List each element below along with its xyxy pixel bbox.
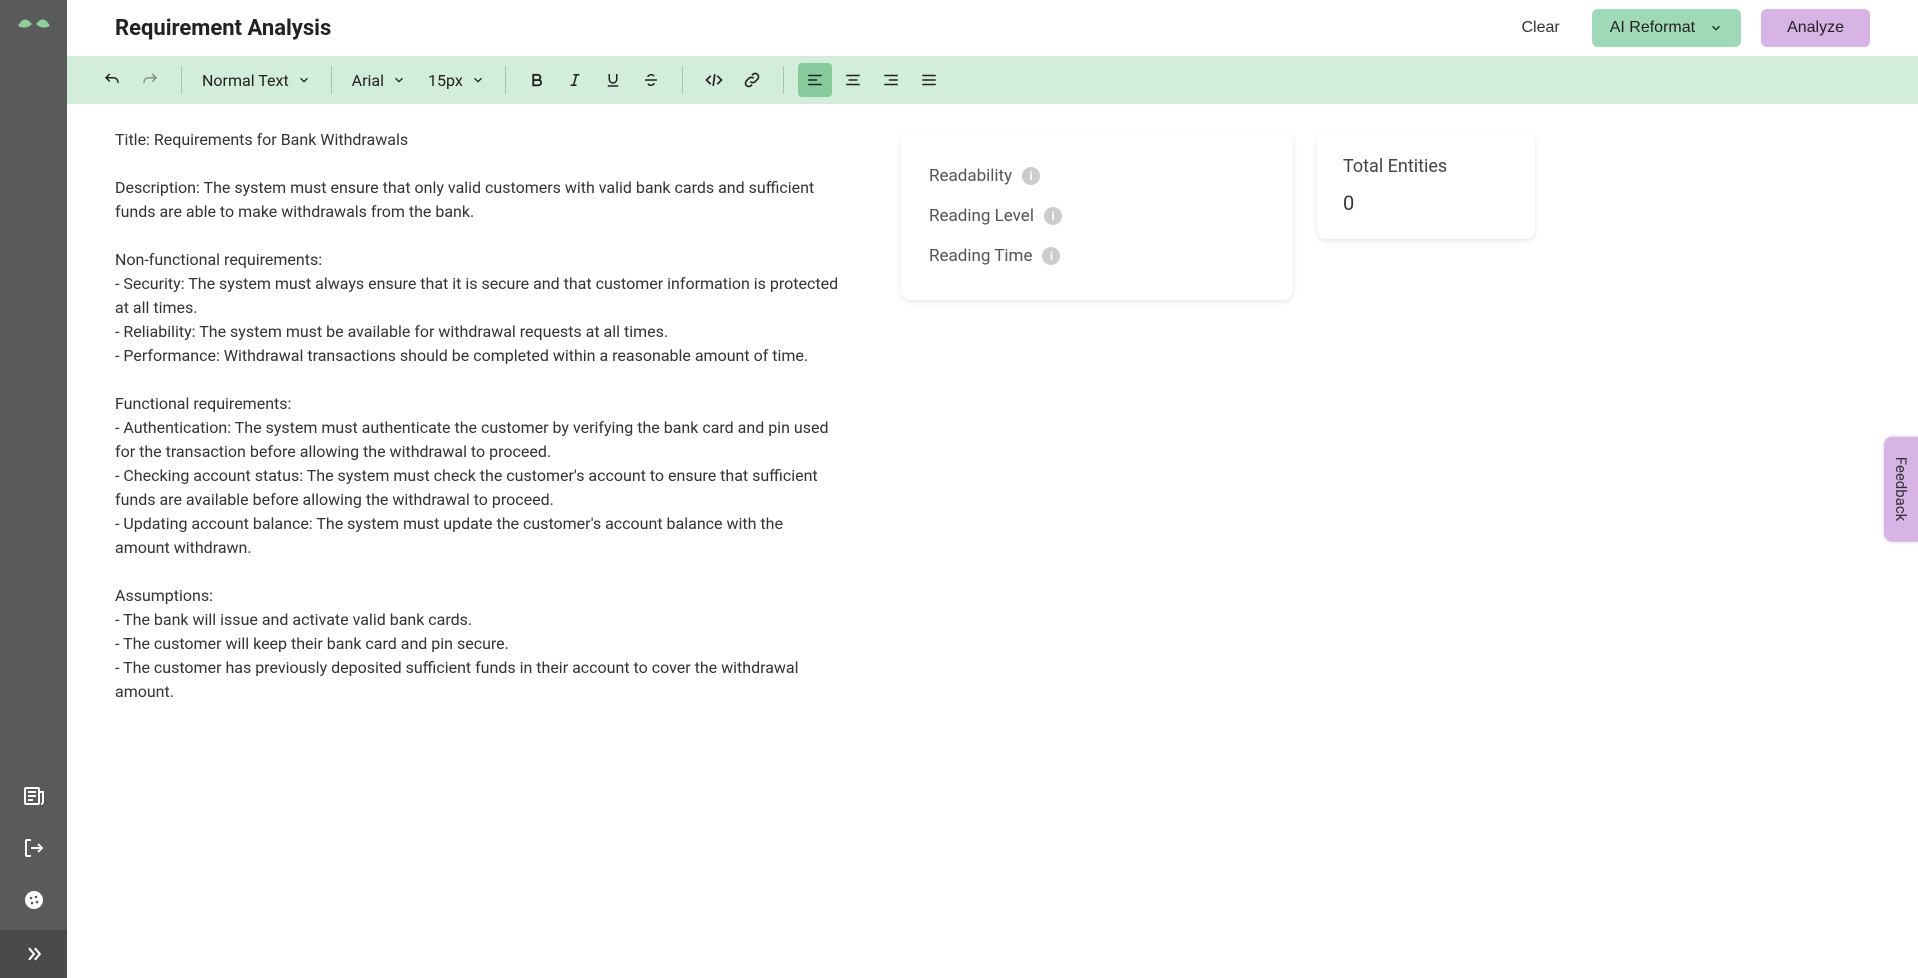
code-button[interactable] — [697, 63, 731, 97]
editor-toolbar: Normal Text Arial 15px — [67, 56, 1918, 104]
align-right-button[interactable] — [874, 63, 908, 97]
link-button[interactable] — [735, 63, 769, 97]
metric-label: Reading Time — [929, 246, 1032, 266]
align-justify-button[interactable] — [912, 63, 946, 97]
page-title: Requirement Analysis — [115, 16, 331, 41]
entities-title: Total Entities — [1343, 156, 1509, 177]
bold-button[interactable] — [520, 63, 554, 97]
editor-line[interactable]: Description: The system must ensure that… — [115, 176, 841, 224]
entities-column: Total Entities 0 — [1317, 104, 1559, 978]
metrics-column: Readability i Reading Level i Reading Ti… — [877, 104, 1317, 978]
align-center-button[interactable] — [836, 63, 870, 97]
ai-reformat-label: AI Reformat — [1610, 19, 1695, 37]
logo-icon — [14, 12, 54, 36]
feedback-tab[interactable]: Feedback — [1884, 437, 1918, 542]
editor-line[interactable]: - Authentication: The system must authen… — [115, 416, 841, 464]
ai-reformat-button[interactable]: AI Reformat — [1592, 9, 1741, 47]
entities-card: Total Entities 0 — [1317, 132, 1535, 239]
editor-line[interactable]: - Updating account balance: The system m… — [115, 512, 841, 560]
metric-label: Reading Level — [929, 206, 1034, 226]
editor-line[interactable]: - Performance: Withdrawal transactions s… — [115, 344, 841, 368]
fontsize-select[interactable]: 15px — [422, 71, 491, 90]
info-icon[interactable]: i — [1022, 167, 1040, 185]
undo-button[interactable] — [95, 63, 129, 97]
sidebar-bottom-icons — [20, 782, 48, 930]
news-icon[interactable] — [20, 782, 48, 810]
metric-reading-time: Reading Time i — [929, 236, 1265, 276]
text-style-label: Normal Text — [202, 71, 289, 90]
fontsize-label: 15px — [428, 71, 463, 90]
editor-line[interactable]: - Security: The system must always ensur… — [115, 272, 841, 320]
info-icon[interactable]: i — [1042, 247, 1060, 265]
sidebar — [0, 0, 67, 978]
analyze-button[interactable]: Analyze — [1761, 9, 1870, 47]
editor-line[interactable]: - The customer will keep their bank card… — [115, 632, 841, 656]
info-icon[interactable]: i — [1044, 207, 1062, 225]
editor-line[interactable]: - The bank will issue and activate valid… — [115, 608, 841, 632]
toolbar-separator — [181, 66, 182, 94]
strikethrough-button[interactable] — [634, 63, 668, 97]
editor-line[interactable]: Assumptions: — [115, 584, 841, 608]
editor-line[interactable]: - Reliability: The system must be availa… — [115, 320, 841, 344]
header: Requirement Analysis Clear AI Reformat A… — [67, 0, 1918, 56]
header-actions: Clear AI Reformat Analyze — [1509, 9, 1870, 47]
main-area: Requirement Analysis Clear AI Reformat A… — [67, 0, 1918, 978]
editor-line[interactable]: Functional requirements: — [115, 392, 841, 416]
logout-icon[interactable] — [20, 834, 48, 862]
align-left-button[interactable] — [798, 63, 832, 97]
editor-column[interactable]: Title: Requirements for Bank Withdrawals… — [67, 104, 877, 978]
editor-line[interactable]: Non-functional requirements: — [115, 248, 841, 272]
text-style-select[interactable]: Normal Text — [196, 71, 317, 90]
app-root: Requirement Analysis Clear AI Reformat A… — [0, 0, 1918, 978]
editor-line[interactable]: - The customer has previously deposited … — [115, 656, 841, 704]
redo-button[interactable] — [133, 63, 167, 97]
metrics-card: Readability i Reading Level i Reading Ti… — [901, 132, 1293, 300]
toolbar-separator — [682, 66, 683, 94]
metric-reading-level: Reading Level i — [929, 196, 1265, 236]
italic-button[interactable] — [558, 63, 592, 97]
toolbar-separator — [505, 66, 506, 94]
clear-button[interactable]: Clear — [1509, 11, 1571, 45]
metric-readability: Readability i — [929, 156, 1265, 196]
editor-line[interactable]: - Checking account status: The system mu… — [115, 464, 841, 512]
toolbar-separator — [331, 66, 332, 94]
chevron-down-icon — [392, 73, 406, 87]
chevron-down-icon — [471, 73, 485, 87]
body-area: Title: Requirements for Bank Withdrawals… — [67, 104, 1918, 978]
font-label: Arial — [352, 71, 384, 90]
cookie-icon[interactable] — [20, 886, 48, 914]
chevron-down-icon — [1709, 21, 1723, 35]
underline-button[interactable] — [596, 63, 630, 97]
sidebar-expand-button[interactable] — [0, 930, 67, 978]
metric-label: Readability — [929, 166, 1012, 186]
editor-line[interactable]: Title: Requirements for Bank Withdrawals — [115, 128, 841, 152]
editor-content[interactable]: Title: Requirements for Bank Withdrawals… — [115, 128, 841, 704]
font-select[interactable]: Arial — [346, 71, 412, 90]
entities-value: 0 — [1343, 191, 1509, 215]
chevron-down-icon — [297, 73, 311, 87]
toolbar-separator — [783, 66, 784, 94]
